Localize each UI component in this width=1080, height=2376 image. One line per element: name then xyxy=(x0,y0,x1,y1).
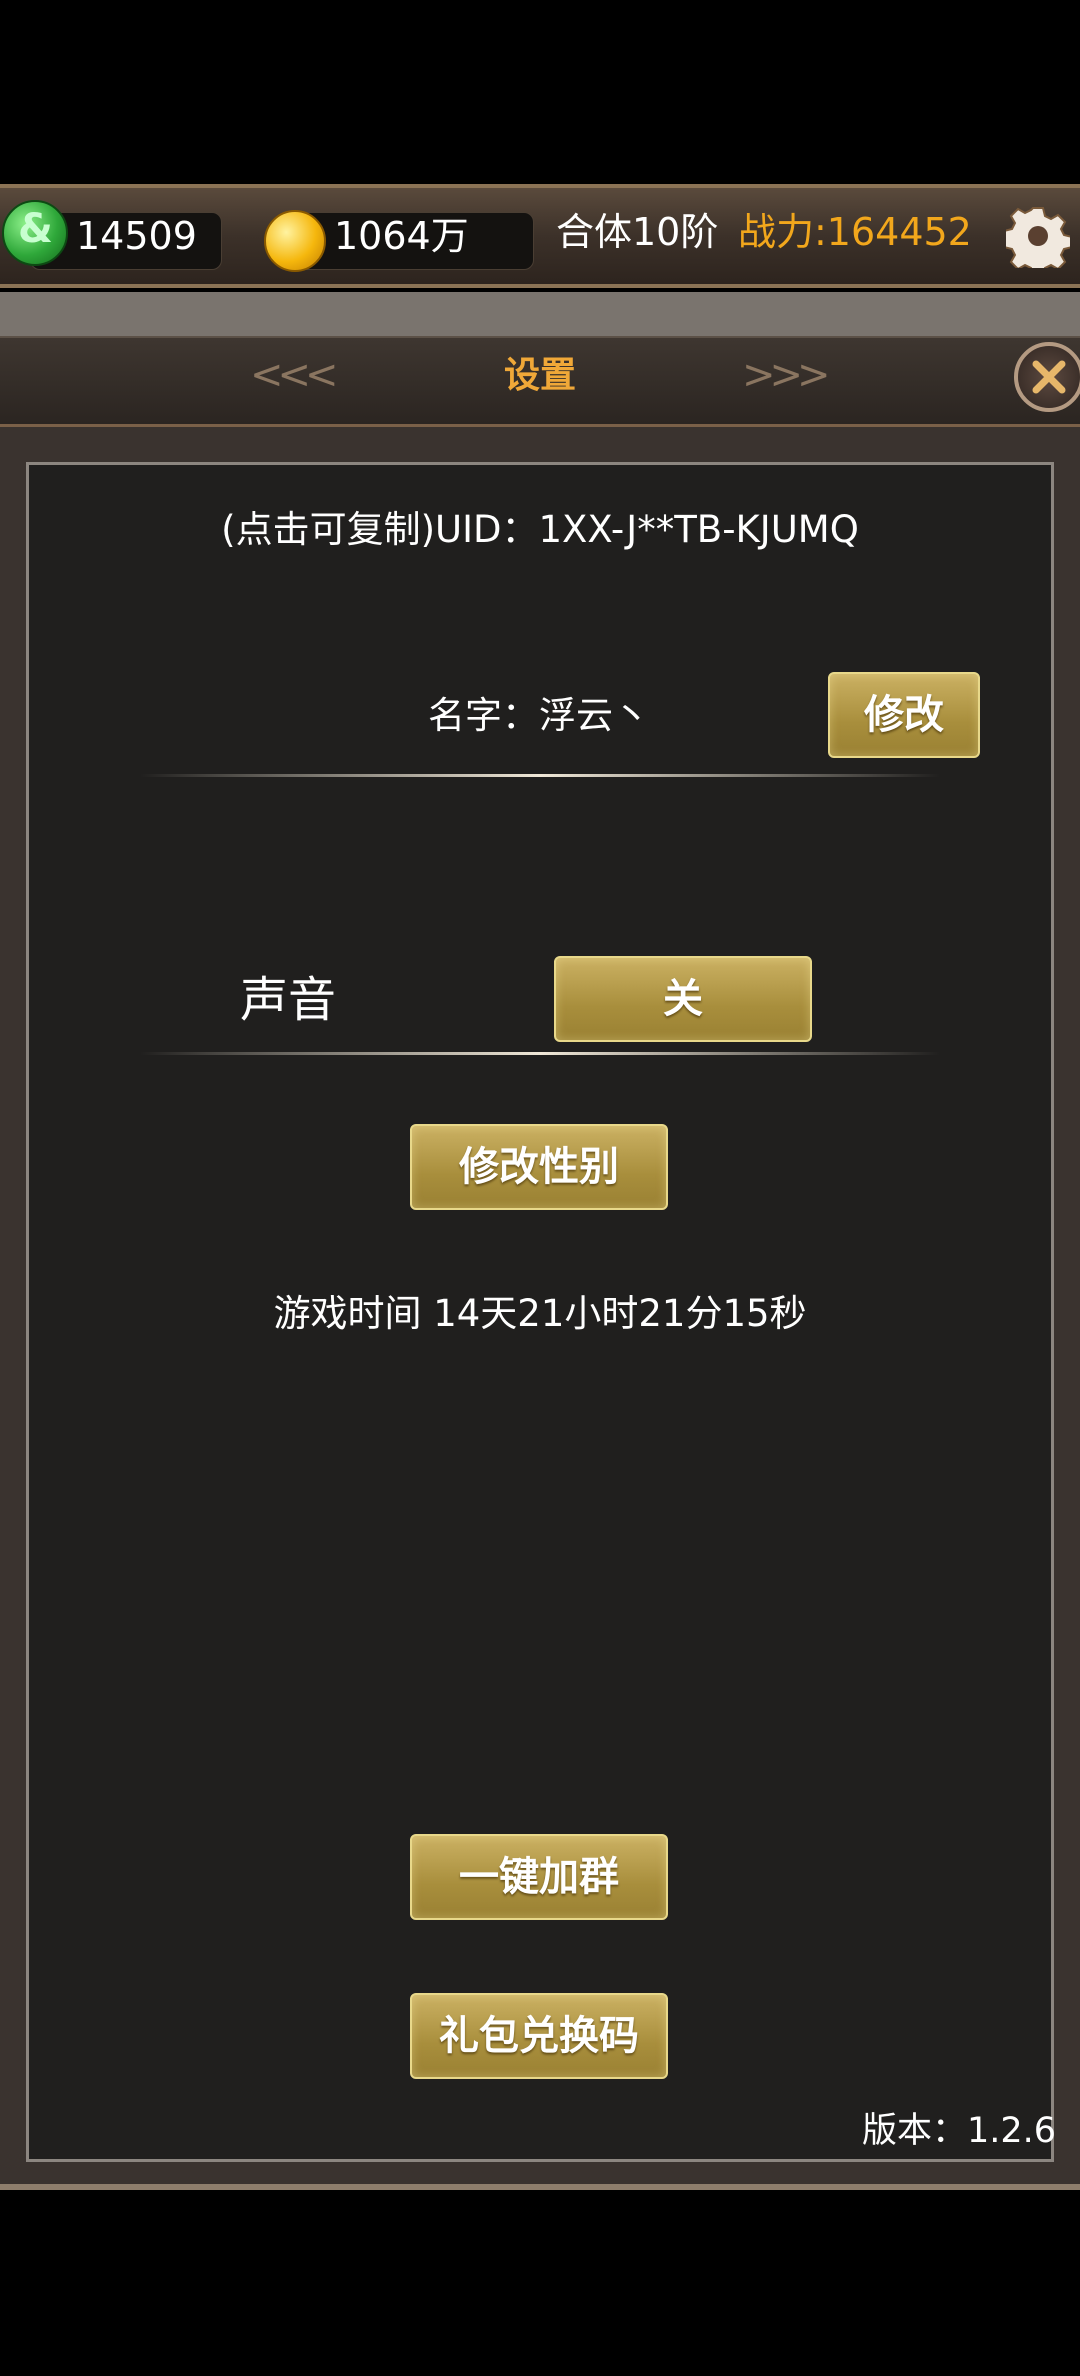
player-name: 名字：浮云丶 xyxy=(428,694,650,737)
gold-amount: 1064万 xyxy=(334,214,469,258)
jade-icon xyxy=(2,200,68,266)
change-gender-button[interactable]: 修改性别 xyxy=(410,1124,668,1210)
gold-coin-icon xyxy=(264,210,326,272)
sound-label: 声音 xyxy=(240,972,337,1028)
version-text: 版本：1.2.6 xyxy=(862,2111,1057,2151)
title-ornament-left: <<< xyxy=(250,352,339,398)
panel-title: 设置 xyxy=(503,355,576,396)
sound-toggle-button[interactable]: 关 xyxy=(554,956,812,1042)
divider xyxy=(140,1052,940,1055)
info-strip xyxy=(0,292,1080,339)
jade-amount: 14509 xyxy=(76,214,197,258)
modify-name-button[interactable]: 修改 xyxy=(828,672,980,758)
cultivation-stage: 合体10阶 xyxy=(556,210,719,254)
close-icon xyxy=(1032,360,1066,394)
uid-copy-text[interactable]: (点击可复制)UID：1XX-J**TB-KJUMQ xyxy=(0,506,1080,554)
join-group-button[interactable]: 一键加群 xyxy=(410,1834,668,1920)
close-button[interactable] xyxy=(1014,342,1080,412)
play-time: 游戏时间 14天21小时21分15秒 xyxy=(273,1292,807,1335)
gear-icon[interactable] xyxy=(1003,204,1073,277)
combat-power: 战力:164452 xyxy=(738,210,972,254)
title-ornament-right: >>> xyxy=(742,352,831,398)
divider xyxy=(140,774,940,777)
gift-code-button[interactable]: 礼包兑换码 xyxy=(410,1993,668,2079)
